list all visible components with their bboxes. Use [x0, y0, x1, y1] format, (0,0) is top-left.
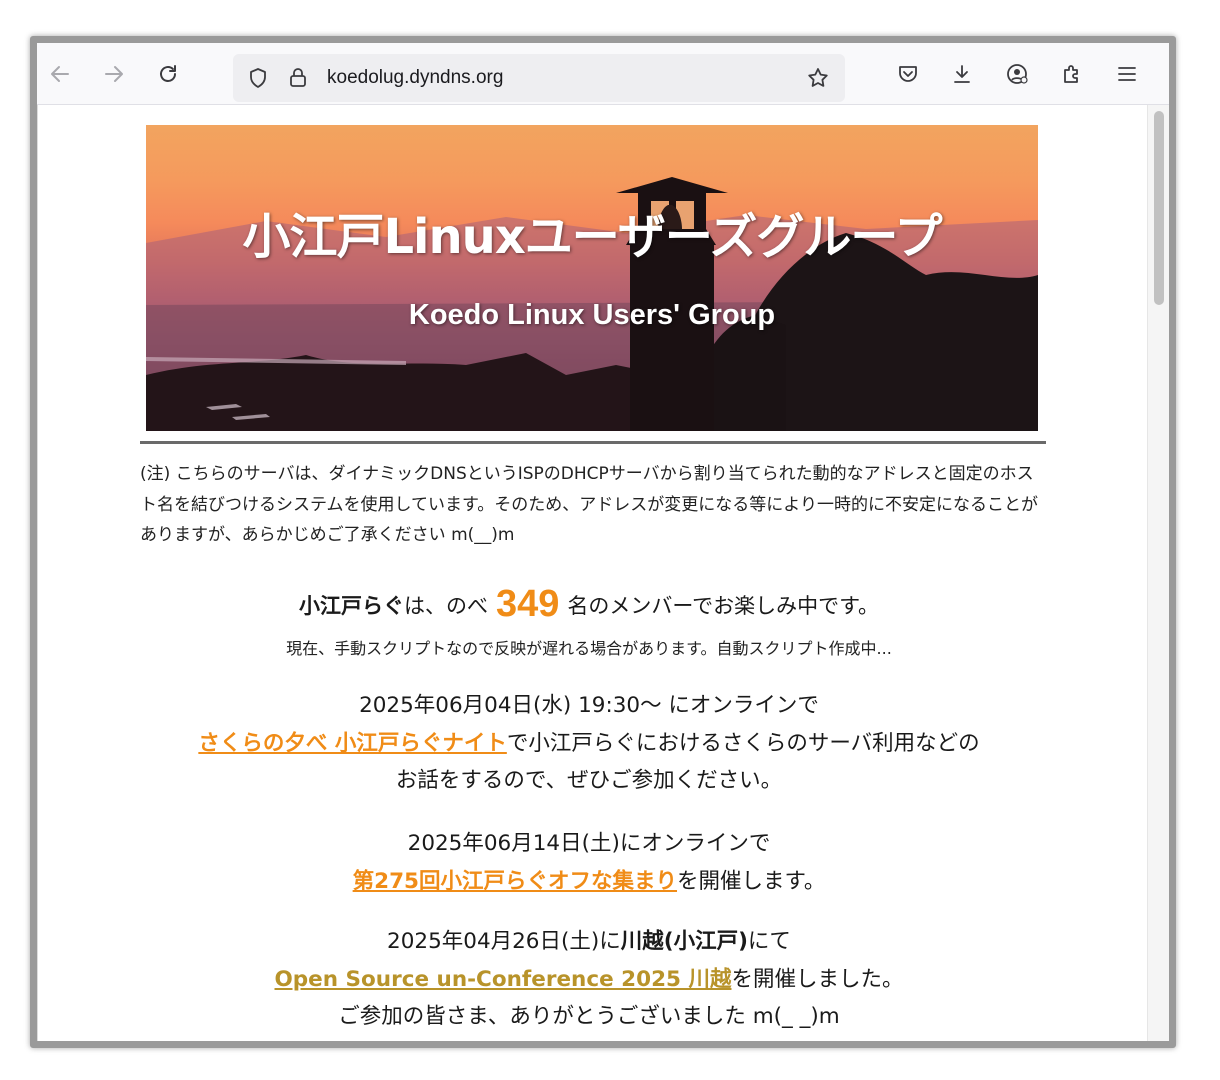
browser-window: koedolug.dyndns.org 小江戸Linuxユーザーズグループ Ko…	[30, 36, 1176, 1048]
page-content: 小江戸Linuxユーザーズグループ Koedo Linux Users' Gro…	[37, 105, 1169, 1041]
event-sakura-night: 2025年06月04日(水) 19:30〜 にオンラインで さくらの夕べ 小江戸…	[134, 687, 1044, 800]
event-link-offline-meeting[interactable]: 第275回小江戸らぐオフな集まり	[353, 869, 677, 894]
browser-toolbar: koedolug.dyndns.org	[37, 43, 1169, 105]
event-date: 2025年06月04日(水) 19:30〜 にオンラインで	[359, 693, 819, 718]
reload-icon[interactable]	[155, 61, 181, 87]
banner-subtitle: Koedo Linux Users' Group	[408, 299, 776, 331]
event-text: で小江戸らぐにおけるさくらのサーバ利用などの	[506, 730, 980, 756]
member-suffix: 名のメンバーでお楽しみ中です。	[567, 594, 880, 618]
member-count: 349	[495, 583, 560, 625]
group-name: 小江戸らぐ	[298, 594, 404, 618]
event-date: 2025年04月26日(土)に	[387, 929, 621, 954]
event-text: ご参加の皆さま、ありがとうございました m(_ _)m	[338, 1004, 840, 1029]
forward-icon[interactable]	[101, 61, 127, 87]
event-date: 2025年06月14日(土)にオンラインで	[407, 831, 771, 856]
event-link-sakura-night[interactable]: さくらの夕べ 小江戸らぐナイト	[198, 731, 507, 756]
account-icon[interactable]	[1004, 61, 1030, 87]
event-offline-meeting: 2025年06月14日(土)にオンラインで 第275回小江戸らぐオフな集まりを開…	[134, 825, 1044, 900]
header-banner: 小江戸Linuxユーザーズグループ Koedo Linux Users' Gro…	[146, 125, 1038, 431]
back-icon[interactable]	[47, 61, 73, 87]
download-icon[interactable]	[949, 61, 975, 87]
member-count-note: 現在、手動スクリプトなので反映が遅れる場合があります。自動スクリプト作成中...	[286, 639, 892, 658]
lock-icon[interactable]	[285, 65, 311, 91]
event-link-osc-kawagoe[interactable]: Open Source un-Conference 2025 川越	[275, 967, 732, 992]
event-date-suffix: にて	[747, 929, 791, 954]
menu-icon[interactable]	[1114, 61, 1140, 87]
shield-icon[interactable]	[245, 65, 271, 91]
event-text: お話をするので、ぜひご参加ください。	[395, 768, 783, 793]
member-prefix: は、のべ	[403, 594, 488, 618]
event-text: を開催します。	[677, 868, 826, 894]
sunset-bell-tower-image	[146, 177, 1038, 431]
bookmark-star-icon[interactable]	[805, 65, 831, 91]
dyndns-note: (注) こちらのサーバは、ダイナミックDNSというISPのDHCPサーバから割り…	[140, 464, 1038, 545]
scrollbar-thumb[interactable]	[1154, 111, 1164, 305]
pocket-icon[interactable]	[895, 61, 921, 87]
event-osc-kawagoe: 2025年04月26日(土)に川越(小江戸)にて Open Source un-…	[134, 923, 1044, 1036]
scrollbar[interactable]	[1147, 105, 1169, 1041]
event-place: 川越(小江戸)	[620, 929, 748, 954]
divider	[140, 441, 1046, 444]
event-text: を開催しました。	[731, 966, 904, 992]
banner-title: 小江戸Linuxユーザーズグループ	[242, 209, 942, 265]
address-bar[interactable]: koedolug.dyndns.org	[233, 54, 845, 102]
url-text[interactable]: koedolug.dyndns.org	[327, 67, 503, 89]
extensions-icon[interactable]	[1059, 61, 1085, 87]
member-count-line: 小江戸らぐは、のべ 349 名のメンバーでお楽しみ中です。	[134, 583, 1044, 626]
